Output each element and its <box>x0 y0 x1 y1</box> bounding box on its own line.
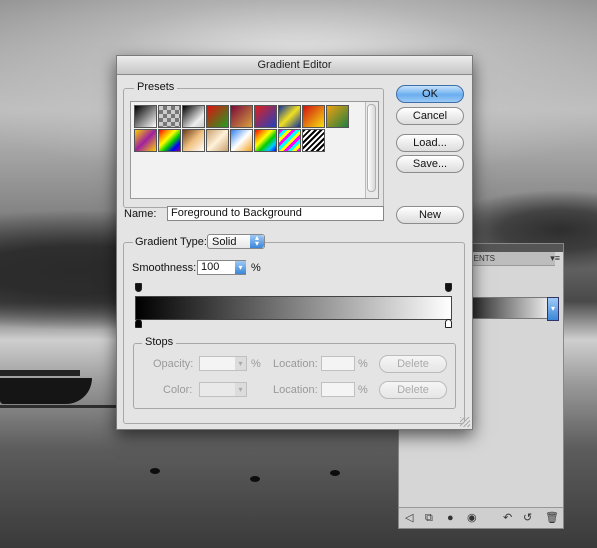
boat-roof <box>0 370 80 376</box>
expand-view-icon[interactable]: ⧉ <box>425 511 433 525</box>
resize-grip-icon[interactable] <box>460 417 470 427</box>
cancel-button[interactable]: Cancel <box>396 107 464 125</box>
color-label: Color: <box>163 384 193 396</box>
gradient-type-select[interactable]: Solid ▴ ▾ <box>207 234 265 249</box>
name-label: Name: <box>124 208 157 220</box>
stops-group: Stops <box>133 336 456 409</box>
opacity-delete-button[interactable]: Delete <box>379 355 447 373</box>
dialog-title: Gradient Editor <box>117 56 472 75</box>
preset-swatch[interactable] <box>230 129 253 152</box>
panel-tab-adjustments[interactable]: MENTS <box>463 252 555 266</box>
opacity-stop-icon[interactable] <box>135 283 142 292</box>
color-dropdown-icon[interactable]: ▾ <box>235 383 246 396</box>
stops-label: Stops <box>142 336 177 348</box>
preset-swatch[interactable] <box>206 105 229 128</box>
panel-footer: ◁ ⧉ ● ◉ ↶ ↺ 🗑 <box>399 507 563 528</box>
smoothness-label: Smoothness: <box>132 262 197 274</box>
opacity-unit: % <box>251 358 261 370</box>
preset-swatch[interactable] <box>302 129 325 152</box>
color-stop-icon[interactable] <box>135 319 142 328</box>
preset-swatch[interactable] <box>134 129 157 152</box>
boat <box>0 378 92 404</box>
opacity-stop-icon[interactable] <box>445 283 452 292</box>
gradient-type-label: Gradient Type: <box>133 236 209 248</box>
preset-swatch[interactable] <box>326 105 349 128</box>
preset-swatch[interactable] <box>182 129 205 152</box>
back-arrow-icon[interactable]: ◁ <box>405 511 413 525</box>
panel-menu-icon[interactable]: ▾≡ <box>550 253 560 264</box>
preset-swatch[interactable] <box>206 129 229 152</box>
presets-list <box>130 101 379 199</box>
presets-group: Presets ▸ <box>123 81 384 208</box>
panel-gradient-dropdown-icon[interactable]: ▾ <box>547 297 559 321</box>
preset-swatch[interactable] <box>158 105 181 128</box>
color-location-field[interactable] <box>321 382 355 397</box>
preset-swatch[interactable] <box>278 129 301 152</box>
color-delete-button[interactable]: Delete <box>379 381 447 399</box>
preset-swatch[interactable] <box>254 105 277 128</box>
visibility-eye-icon[interactable]: ◉ <box>467 511 477 525</box>
presets-scrollbar[interactable] <box>365 102 378 198</box>
preset-swatch[interactable] <box>182 105 205 128</box>
smoothness-dropdown-icon[interactable]: ▾ <box>235 261 246 274</box>
opacity-location-label: Location: <box>273 358 318 370</box>
reset-icon[interactable]: ↺ <box>523 511 532 525</box>
clip-layer-icon[interactable]: ● <box>447 511 454 525</box>
gradient-preview-bar[interactable] <box>135 296 452 320</box>
trash-icon[interactable]: 🗑 <box>545 511 559 525</box>
presets-label: Presets <box>134 81 178 93</box>
opacity-location-field[interactable] <box>321 356 355 371</box>
buoy <box>250 476 260 482</box>
smoothness-unit: % <box>251 262 261 274</box>
color-location-label: Location: <box>273 384 318 396</box>
buoy <box>330 470 340 476</box>
preset-swatch[interactable] <box>254 129 277 152</box>
preset-swatch[interactable] <box>278 105 301 128</box>
preset-swatch[interactable] <box>302 105 325 128</box>
preset-swatch[interactable] <box>230 105 253 128</box>
gradient-editor-dialog: Gradient Editor Presets ▸ <box>116 55 473 430</box>
opacity-dropdown-icon[interactable]: ▾ <box>235 357 246 370</box>
preset-swatch[interactable] <box>134 105 157 128</box>
gradient-type-dropdown-icon[interactable]: ▴ ▾ <box>250 234 264 248</box>
color-location-unit: % <box>358 384 368 396</box>
panel-gradient-preview[interactable] <box>461 297 557 319</box>
opacity-label: Opacity: <box>153 358 194 370</box>
new-button[interactable]: New <box>396 206 464 224</box>
view-previous-icon[interactable]: ↶ <box>503 511 512 525</box>
load-button[interactable]: Load... <box>396 134 464 152</box>
opacity-location-unit: % <box>358 358 368 370</box>
color-stop-icon[interactable] <box>445 319 452 328</box>
preset-swatch[interactable] <box>158 129 181 152</box>
gradient-type-value: Solid <box>212 236 237 248</box>
buoy <box>150 468 160 474</box>
presets-scroll-thumb[interactable] <box>367 104 376 192</box>
ok-button[interactable]: OK <box>396 85 464 103</box>
gradient-name-field[interactable]: Foreground to Background <box>167 206 384 221</box>
save-button[interactable]: Save... <box>396 155 464 173</box>
